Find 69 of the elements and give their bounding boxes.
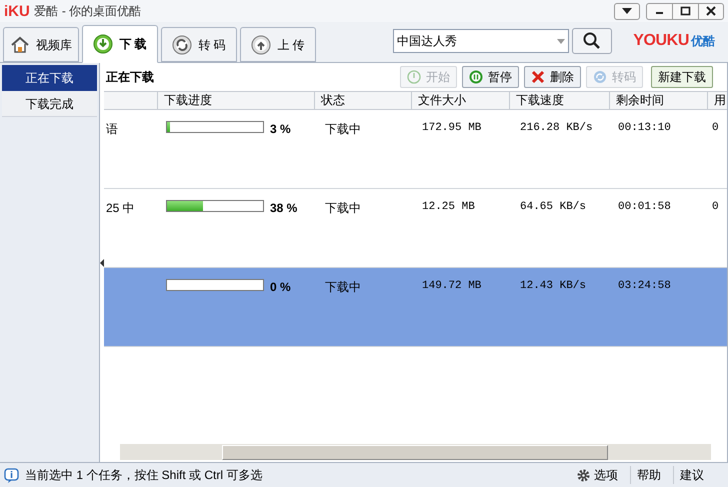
status-link[interactable]: 选项 — [571, 466, 624, 484]
progress-percent: 3 % — [270, 121, 291, 138]
panel-title: 正在下载 — [106, 69, 154, 86]
table-cell: 216.28 KB/s — [520, 122, 593, 134]
column-header[interactable]: 用 — [708, 92, 727, 109]
table-row[interactable]: 0 % 下载中 149.72 MB 12.43 KB/s 03:24:58 — [104, 268, 727, 347]
toolbar-button[interactable]: 新建下载 — [651, 66, 713, 88]
brand-name: 优酷 — [691, 33, 715, 50]
menu-button[interactable] — [614, 2, 640, 20]
toolbar-button[interactable]: 暂停 — [462, 66, 519, 88]
status-link[interactable]: 帮助 — [630, 466, 667, 484]
brand-logo: YOUKU — [633, 31, 689, 51]
cross-icon — [531, 70, 545, 84]
column-header[interactable]: 下载速度 — [510, 92, 610, 109]
sidebar-item[interactable]: 正在下载 — [2, 65, 97, 91]
table-cell: 25 中 — [106, 201, 135, 215]
tab[interactable]: 上 传 — [240, 27, 316, 62]
column-header[interactable]: 文件大小 — [412, 92, 510, 109]
table-cell: 12.25 MB — [422, 201, 475, 213]
table-cell: 下载中 — [325, 122, 361, 136]
table-cell: 03:24:58 — [618, 280, 671, 292]
scrollbar-thumb[interactable] — [222, 444, 608, 460]
status-message: 当前选中 1 个任务，按住 Shift 或 Ctrl 可多选 — [25, 467, 262, 484]
table-cell: 下载中 — [325, 201, 361, 215]
maximize-icon — [680, 6, 691, 16]
progress-percent: 0 % — [270, 279, 291, 296]
table-cell: 下载中 — [325, 280, 361, 294]
house-icon — [10, 34, 30, 54]
sidebar-item[interactable]: 下载完成 — [2, 91, 97, 117]
search-button[interactable] — [572, 28, 612, 54]
progress-percent: 38 % — [270, 200, 298, 217]
download-icon — [93, 34, 114, 54]
window-subtitle: - 你的桌面优酷 — [62, 3, 142, 20]
table-cell: 64.65 KB/s — [520, 201, 586, 213]
dropdown-caret-icon — [557, 38, 566, 44]
tab[interactable]: 转 码 — [161, 27, 237, 62]
power-icon — [407, 70, 421, 84]
info-icon — [4, 468, 19, 482]
close-button[interactable] — [698, 2, 724, 20]
minimize-button[interactable] — [646, 2, 672, 20]
toolbar-button[interactable]: 删除 — [524, 66, 581, 88]
table-cell: 0 — [712, 201, 719, 213]
pause-icon — [469, 70, 483, 84]
table-cell: 12.43 KB/s — [520, 280, 586, 292]
table-cell: 00:13:10 — [618, 122, 671, 134]
column-header[interactable]: 状态 — [315, 92, 412, 109]
caret-icon — [622, 8, 632, 14]
maximize-button[interactable] — [672, 2, 698, 20]
tab[interactable]: 视频库 — [3, 27, 79, 62]
status-link[interactable]: 建议 — [673, 466, 710, 484]
close-icon — [706, 6, 716, 16]
window-title: 爱酷 — [34, 3, 58, 20]
table-cell: 172.95 MB — [422, 122, 482, 134]
column-header[interactable]: 下载进度 — [158, 92, 315, 109]
table-cell: 00:01:58 — [618, 201, 671, 213]
tab[interactable]: 下 载 — [82, 25, 158, 63]
circular-arrows-icon — [593, 70, 607, 84]
search-field[interactable]: 中国达人秀 — [393, 29, 570, 53]
table-cell: 0 — [712, 122, 719, 134]
horizontal-scrollbar[interactable] — [120, 444, 711, 460]
table-cell: 149.72 MB — [422, 280, 482, 292]
app-logo: iKU — [4, 4, 30, 18]
collapse-arrow-icon[interactable] — [100, 258, 104, 266]
circular-arrows-icon — [172, 34, 192, 54]
search-icon — [583, 32, 602, 50]
upload-icon — [251, 34, 272, 54]
table-cell: 语 — [106, 122, 118, 136]
settings-icon — [577, 468, 590, 482]
column-header[interactable]: 剩余时间 — [610, 92, 708, 109]
